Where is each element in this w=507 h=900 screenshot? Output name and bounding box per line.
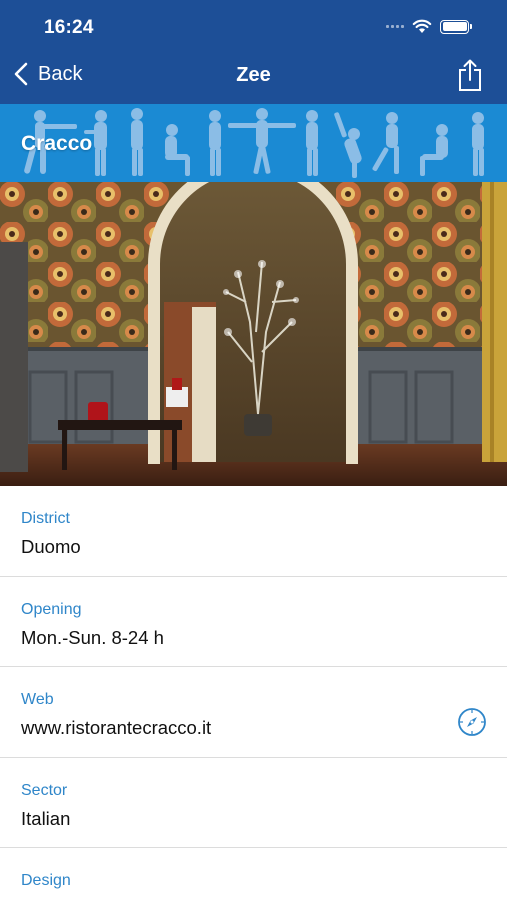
district-label: District [21, 510, 70, 527]
detail-row-district: District Duomo [0, 486, 507, 577]
wifi-icon [412, 19, 432, 33]
sector-value: Italian [21, 807, 71, 829]
opening-label: Opening [21, 600, 82, 618]
brand-banner: Cracco [0, 104, 507, 182]
detail-row-web[interactable]: Web www.ristorantecracco.it [0, 667, 507, 758]
battery-icon [440, 19, 472, 34]
navigation-bar: 16:24 Back Zee [0, 0, 507, 104]
cellular-signal-icon [386, 25, 404, 28]
page-title: Zee [236, 64, 271, 86]
status-indicators [386, 19, 472, 34]
compass-icon[interactable] [457, 707, 487, 737]
share-icon [459, 59, 481, 91]
detail-row-opening: Opening Mon.-Sun. 8-24 h [0, 577, 507, 667]
detail-row-design: Design [0, 848, 507, 900]
web-label: Web [21, 691, 54, 708]
share-button[interactable] [457, 58, 483, 97]
details-list: District Duomo Opening Mon.-Sun. 8-24 h … [0, 486, 507, 900]
venue-name: Cracco [21, 132, 93, 155]
detail-row-sector: Sector Italian [0, 758, 507, 848]
design-label: Design [21, 872, 71, 889]
venue-photo [0, 182, 507, 486]
opening-value: Mon.-Sun. 8-24 h [21, 626, 164, 648]
sector-label: Sector [21, 781, 68, 799]
status-time: 16:24 [44, 17, 94, 38]
district-value: Duomo [21, 536, 81, 557]
web-value[interactable]: www.ristorantecracco.it [21, 717, 211, 739]
